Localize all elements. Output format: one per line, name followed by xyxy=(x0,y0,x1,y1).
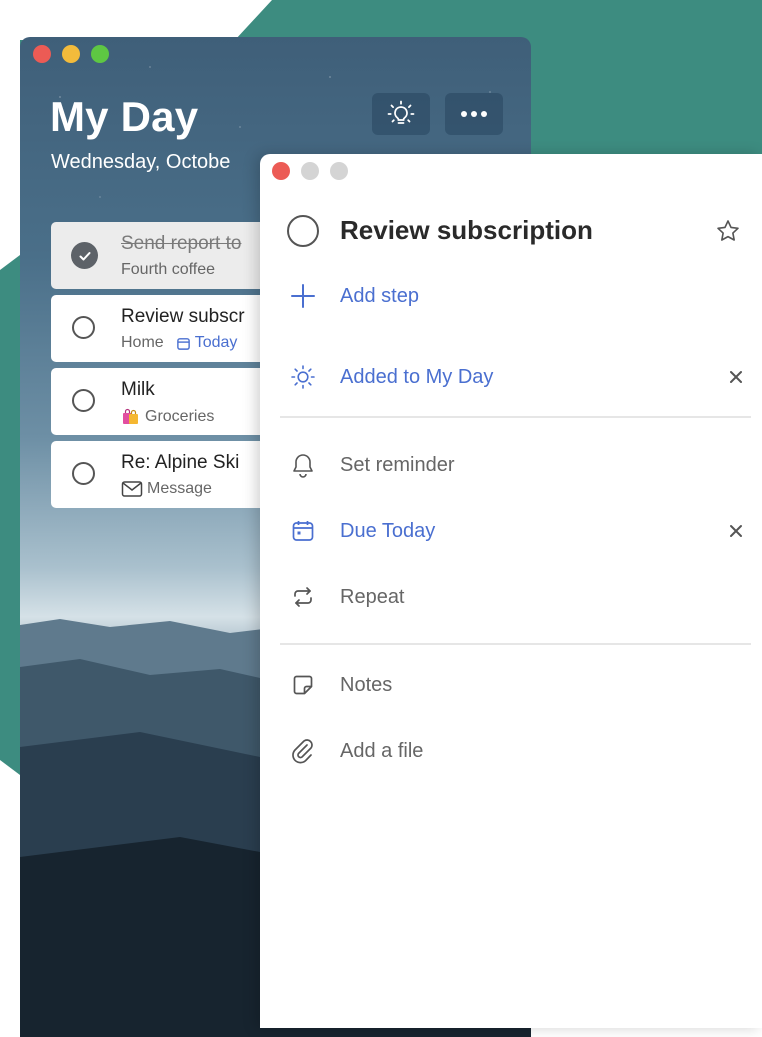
suggestions-button[interactable] xyxy=(372,93,430,135)
complete-toggle[interactable] xyxy=(72,462,95,485)
complete-toggle[interactable] xyxy=(72,316,95,339)
task-due-date: Today xyxy=(194,334,238,351)
notes-row[interactable]: Notes xyxy=(288,665,748,705)
repeat-row[interactable]: Repeat xyxy=(288,577,748,617)
divider xyxy=(280,643,751,645)
task-detail-window: Review subscription Add step Added to My… xyxy=(260,154,762,1028)
due-date-label: Due Today xyxy=(340,519,436,542)
lightbulb-icon xyxy=(387,100,415,124)
task-list-name: Fourth coffee xyxy=(121,261,215,278)
envelope-icon xyxy=(121,481,143,497)
remove-due-date-button[interactable] xyxy=(724,519,748,543)
complete-toggle[interactable] xyxy=(72,389,95,412)
close-icon xyxy=(730,371,742,383)
sun-icon xyxy=(291,365,315,389)
task-subtitle: Home Today xyxy=(121,334,237,352)
add-step-row[interactable]: Add step xyxy=(288,276,748,316)
minimize-button[interactable] xyxy=(62,45,80,63)
my-day-row[interactable]: Added to My Day xyxy=(288,357,748,397)
add-file-label: Add a file xyxy=(340,739,424,762)
task-title: Send report to xyxy=(121,233,242,254)
calendar-icon xyxy=(292,521,314,541)
zoom-button[interactable] xyxy=(91,45,109,63)
paperclip-icon xyxy=(292,739,313,764)
task-list-name: Home xyxy=(121,334,164,351)
plus-icon xyxy=(291,284,315,308)
add-file-row[interactable]: Add a file xyxy=(288,731,748,771)
page-title: My Day xyxy=(50,93,199,140)
bell-icon xyxy=(293,454,313,478)
set-reminder-label: Set reminder xyxy=(340,453,455,476)
close-button[interactable] xyxy=(272,162,290,180)
repeat-label: Repeat xyxy=(340,585,405,608)
close-icon xyxy=(730,525,742,537)
minimize-button[interactable] xyxy=(301,162,319,180)
task-subtitle: Message xyxy=(121,480,212,498)
repeat-icon xyxy=(294,587,312,607)
shopping-bag-icon xyxy=(123,408,138,424)
zoom-button[interactable] xyxy=(330,162,348,180)
divider xyxy=(280,416,751,418)
notes-label: Notes xyxy=(340,673,393,696)
more-options-button[interactable] xyxy=(445,93,503,135)
due-date-row[interactable]: Due Today xyxy=(288,511,748,551)
more-icon xyxy=(461,111,487,117)
task-title: Review subscr xyxy=(121,306,245,327)
task-subtitle: Groceries xyxy=(121,407,214,427)
calendar-icon xyxy=(176,337,190,350)
task-detail-title[interactable]: Review subscription xyxy=(340,215,593,246)
star-icon[interactable] xyxy=(715,218,741,244)
task-subtitle: Fourth coffee xyxy=(121,261,215,279)
remove-my-day-button[interactable] xyxy=(724,365,748,389)
added-to-my-day-label: Added to My Day xyxy=(340,365,494,388)
task-title: Re: Alpine Ski xyxy=(121,452,240,473)
note-icon xyxy=(293,675,313,695)
complete-toggle[interactable] xyxy=(287,215,319,247)
set-reminder-row[interactable]: Set reminder xyxy=(288,445,748,485)
page-date: Wednesday, Octobe xyxy=(51,151,231,173)
checkmark-icon xyxy=(79,251,90,260)
task-list-name: Message xyxy=(147,480,212,497)
window-controls xyxy=(33,45,109,63)
add-step-label: Add step xyxy=(340,284,419,307)
completed-check[interactable] xyxy=(71,242,98,269)
close-button[interactable] xyxy=(33,45,51,63)
task-list-name: Groceries xyxy=(145,408,215,425)
task-title: Milk xyxy=(121,379,155,400)
window-controls xyxy=(272,162,348,180)
